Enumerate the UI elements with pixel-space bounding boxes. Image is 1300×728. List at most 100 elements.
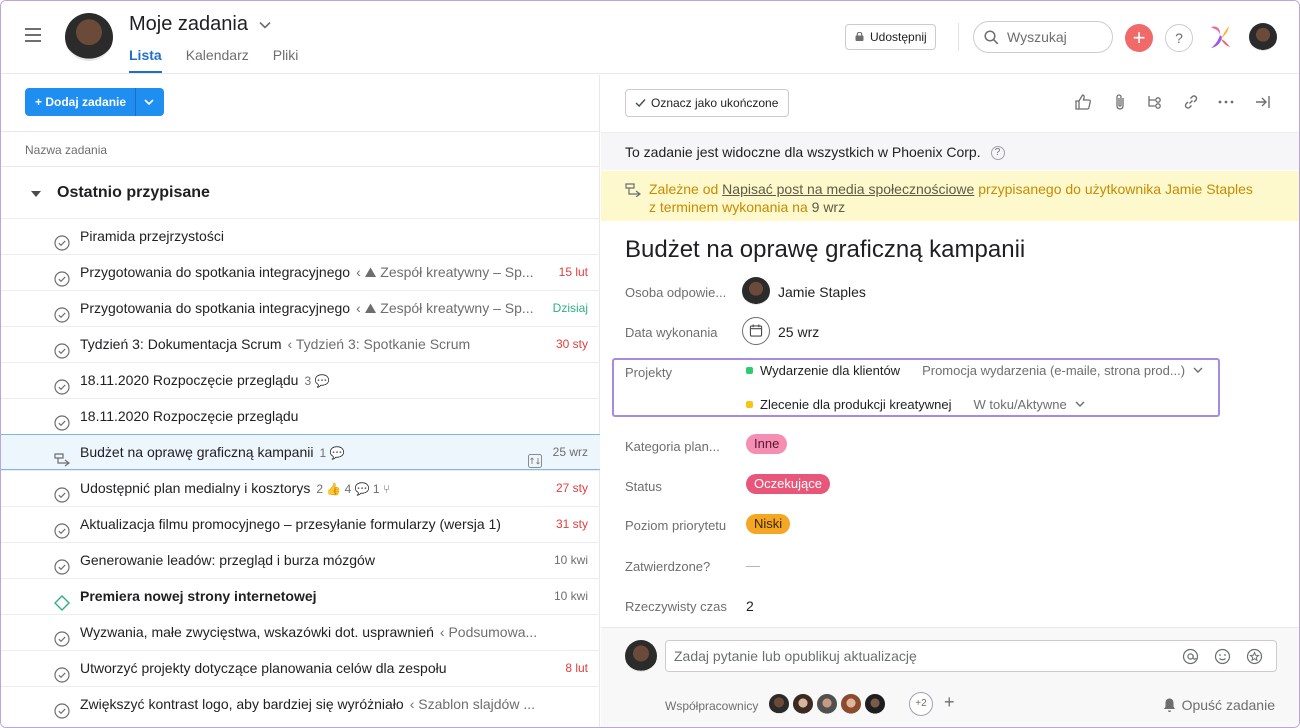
quick-add-button[interactable]: + <box>1125 24 1153 52</box>
tab-calendar[interactable]: Kalendarz <box>186 47 249 73</box>
add-task-label[interactable]: + Dodaj zadanie <box>35 88 137 116</box>
task-name[interactable]: Generowanie leadów: przegląd i burza móz… <box>80 543 375 578</box>
project-name[interactable]: Zlecenie dla produkcji kreatywnej <box>760 397 951 412</box>
task-name[interactable]: Premiera nowej strony internetowej <box>80 579 317 614</box>
thumbs-up-icon[interactable] <box>1074 93 1092 111</box>
due-date[interactable]: 31 sty <box>556 507 588 542</box>
complete-check-icon[interactable] <box>54 409 70 431</box>
due-date-value[interactable]: 25 wrz <box>778 324 819 340</box>
table-row[interactable]: Utworzyć projekty dotyczące planowania c… <box>1 650 600 686</box>
project-item[interactable]: Wydarzenie dla klientów Promocja wydarzen… <box>746 363 1203 378</box>
collaborator-avatar[interactable] <box>767 692 791 716</box>
task-project[interactable]: ‹ Podsumowa... <box>440 624 537 640</box>
table-row[interactable]: Przygotowania do spotkania integracyjneg… <box>1 290 600 326</box>
task-name[interactable]: Tydzień 3: Dokumentacja Scrum ‹ Tydzień 3… <box>80 327 470 362</box>
more-collaborators-badge[interactable]: +2 <box>909 692 933 716</box>
due-date[interactable]: 10 kwi <box>554 579 588 614</box>
complete-check-icon[interactable] <box>54 229 70 251</box>
mark-complete-button[interactable]: Oznacz jako ukończone <box>625 89 790 117</box>
complete-check-icon[interactable] <box>54 697 70 719</box>
table-row[interactable]: Udostępnić plan medialny i kosztorys 2 👍 … <box>1 470 600 506</box>
due-date[interactable]: 27 sty <box>556 471 588 506</box>
table-row[interactable]: Zwiększyć kontrast logo, aby bardziej si… <box>1 686 600 722</box>
task-project[interactable]: ‹ Szablon slajdów ... <box>410 696 535 712</box>
chevron-down-icon[interactable] <box>258 18 272 32</box>
link-icon[interactable] <box>1182 93 1200 111</box>
task-project[interactable]: ‹ ⛰ Zespół kreatywny – Sp... <box>356 300 534 316</box>
add-task-button[interactable]: + Dodaj zadanie <box>25 88 165 116</box>
table-row[interactable]: 18.11.2020 Rozpoczęcie przeglądu <box>1 398 600 434</box>
subtask-icon[interactable] <box>1146 93 1164 111</box>
milestone-icon[interactable] <box>54 589 70 611</box>
task-name[interactable]: Aktualizacja filmu promocyjnego – przesy… <box>80 507 501 542</box>
due-date[interactable]: 10 kwi <box>554 543 588 578</box>
table-row[interactable]: 18.11.2020 Rozpoczęcie przeglądu 3 💬 <box>1 362 600 398</box>
table-row[interactable]: Aktualizacja filmu promocyjnego – przesy… <box>1 506 600 542</box>
task-name[interactable]: Przygotowania do spotkania integracyjneg… <box>80 255 534 290</box>
complete-check-icon[interactable] <box>54 481 70 503</box>
info-icon[interactable]: ? <box>990 146 1005 161</box>
dependency-icon[interactable] <box>54 445 70 467</box>
close-pane-icon[interactable] <box>1254 93 1272 111</box>
table-row[interactable]: Generowanie leadów: przegląd i burza móz… <box>1 542 600 578</box>
more-options-icon[interactable] <box>1217 93 1235 111</box>
complete-check-icon[interactable] <box>54 517 70 539</box>
table-row[interactable]: Budżet na oprawę graficzną kampanii 1 💬 25… <box>1 434 600 470</box>
complete-check-icon[interactable] <box>54 373 70 395</box>
tab-list[interactable]: Lista <box>129 47 162 73</box>
dependency-link[interactable]: Napisać post na media społecznościowe <box>722 181 974 197</box>
task-project[interactable]: ‹ Tydzień 3: Spotkanie Scrum <box>288 336 471 352</box>
add-task-dropdown[interactable] <box>136 88 156 116</box>
assignee-value[interactable]: Jamie Staples <box>778 284 866 300</box>
due-date[interactable]: 30 sty <box>556 327 588 362</box>
task-project[interactable]: ‹ ⛰ Zespół kreatywny – Sp... <box>356 264 534 280</box>
due-date[interactable]: 25 wrz <box>553 435 588 470</box>
category-pill[interactable]: Inne <box>746 434 788 454</box>
task-name[interactable]: Zwiększyć kontrast logo, aby bardziej si… <box>80 687 535 722</box>
complete-check-icon[interactable] <box>54 553 70 575</box>
complete-check-icon[interactable] <box>54 661 70 683</box>
add-collaborator-button[interactable]: + <box>944 692 955 713</box>
leave-task-button[interactable]: Opuść zadanie <box>1162 697 1275 713</box>
table-row[interactable]: Wyzwania, małe zwycięstwa, wskazówki dot… <box>1 614 600 650</box>
due-date[interactable]: 8 lut <box>565 651 588 686</box>
task-title[interactable]: Budżet na oprawę graficzną kampanii <box>625 236 1025 264</box>
column-header-task-name[interactable]: Nazwa zadania <box>1 131 600 167</box>
collaborator-avatar[interactable] <box>815 692 839 716</box>
chevron-down-icon[interactable] <box>1193 367 1203 374</box>
task-name[interactable]: Wyzwania, małe zwycięstwa, wskazówki dot… <box>80 615 537 650</box>
profile-avatar[interactable] <box>1249 23 1277 51</box>
chevron-down-icon[interactable] <box>1075 401 1085 408</box>
calendar-icon[interactable] <box>742 317 770 345</box>
complete-check-icon[interactable] <box>54 337 70 359</box>
project-name[interactable]: Wydarzenie dla klientów <box>760 363 900 378</box>
comment-input[interactable]: Zadaj pytanie lub opublikuj aktualizację <box>665 640 1277 672</box>
actual-time-value[interactable]: 2 <box>746 598 754 614</box>
due-date[interactable]: Dzisiaj <box>553 291 588 326</box>
complete-check-icon[interactable] <box>54 625 70 647</box>
task-name[interactable]: Utworzyć projekty dotyczące planowania c… <box>80 651 447 686</box>
mention-icon[interactable] <box>1182 648 1199 665</box>
task-name[interactable]: Piramida przejrzystości <box>80 219 224 254</box>
task-name[interactable]: Udostępnić plan medialny i kosztorys 2 👍 … <box>80 471 390 507</box>
status-pill[interactable]: Oczekujące <box>746 474 830 494</box>
collaborator-avatar[interactable] <box>863 692 887 716</box>
assignee-avatar[interactable] <box>742 277 770 305</box>
task-name[interactable]: Przygotowania do spotkania integracyjneg… <box>80 291 534 326</box>
paperclip-icon[interactable] <box>1111 93 1129 111</box>
project-section[interactable]: W toku/Aktywne <box>973 397 1066 412</box>
task-name[interactable]: 18.11.2020 Rozpoczęcie przeglądu <box>80 399 298 434</box>
project-section[interactable]: Promocja wydarzenia (e-maile, strona pro… <box>922 363 1185 378</box>
triangle-down-icon[interactable] <box>31 189 41 199</box>
table-row[interactable]: Tydzień 3: Dokumentacja Scrum ‹ Tydzień 3… <box>1 326 600 362</box>
collaborator-avatar[interactable] <box>839 692 863 716</box>
table-row[interactable]: Piramida przejrzystości <box>1 218 600 254</box>
priority-pill[interactable]: Niski <box>746 514 791 534</box>
approved-value[interactable]: — <box>746 557 760 573</box>
tab-files[interactable]: Pliki <box>273 47 299 73</box>
complete-check-icon[interactable] <box>54 265 70 287</box>
emoji-icon[interactable] <box>1214 648 1231 665</box>
help-button[interactable]: ? <box>1165 24 1193 52</box>
complete-check-icon[interactable] <box>54 301 70 323</box>
task-name[interactable]: 18.11.2020 Rozpoczęcie przeglądu 3 💬 <box>80 363 329 399</box>
